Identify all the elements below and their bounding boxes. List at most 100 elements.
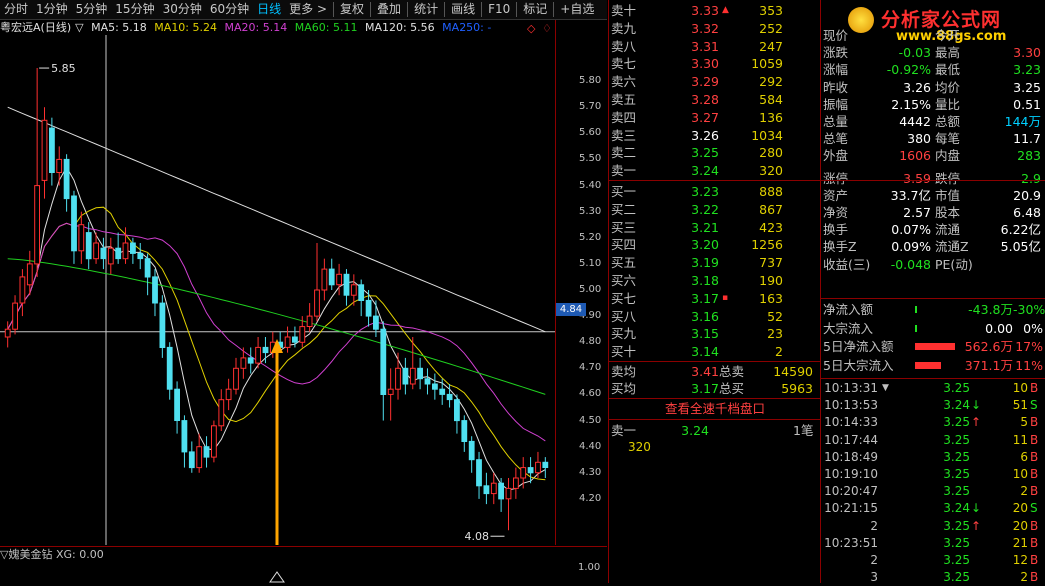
tab-intraday[interactable]: 分时 [0, 0, 32, 19]
ask-level-row[interactable]: 卖一 3.24 320 [611, 162, 821, 179]
quote-label: 总量 [823, 114, 849, 129]
quote-row: 涨停 3.59 跌停 2.9 [823, 170, 1045, 187]
candle-body [387, 388, 394, 395]
tick-row[interactable]: 2 3.25 12 B [822, 552, 1044, 569]
price-tick-label: 4.80 [579, 336, 602, 348]
bid-level-row[interactable]: 买二 3.22 867 [611, 201, 821, 218]
tick-time: 10:13:31 [824, 381, 878, 395]
candle-body [336, 273, 343, 286]
quote-value: 3.59 [903, 170, 931, 186]
tick-row[interactable]: 10:23:51 3.25 21 B [822, 535, 1044, 552]
candle-body [49, 127, 55, 173]
flow-bar [915, 324, 917, 332]
flow-label: 5日大宗流入 [823, 357, 894, 373]
candle-body [166, 346, 173, 390]
tick-price: 3.25 [943, 535, 970, 550]
ask-level-row[interactable]: 卖九 3.32 252 [611, 20, 821, 37]
tab-daily[interactable]: 日线 [253, 0, 285, 19]
flow-pct: 17% [1015, 339, 1043, 354]
tick-row[interactable]: 10:18:49 3.25 6 B [822, 449, 1044, 466]
ask-level-row[interactable]: 卖七 3.30 1059 [611, 55, 821, 72]
full-depth-button[interactable]: 查看全速千档盘口 [611, 400, 819, 417]
mark-button[interactable]: 标记 [519, 0, 551, 19]
bid-level-row[interactable]: 买五 3.19 737 [611, 254, 821, 271]
overlay-button[interactable]: 叠加 [373, 0, 405, 19]
orderbook-divider [609, 398, 820, 399]
level-price: 3.23 [691, 184, 719, 199]
tick-row[interactable]: 3 3.25 2 B [822, 569, 1044, 586]
diamond-icon[interactable]: ◇ [527, 22, 535, 35]
tick-side: S [1030, 501, 1038, 516]
ask-level-row[interactable]: 卖八 3.31 247 [611, 38, 821, 55]
candle-body [203, 446, 210, 458]
tick-row[interactable]: 10:20:47 3.25 2 B [822, 483, 1044, 500]
tab-60min[interactable]: 60分钟 [206, 0, 253, 19]
bid-level-row[interactable]: 买三 3.21 423 [611, 219, 821, 236]
total-ask-value: 14590 [773, 364, 813, 379]
bid-level-row[interactable]: 买一 3.23 888 [611, 183, 821, 200]
ask-level-row[interactable]: 卖六 3.29 292 [611, 73, 821, 90]
quote-row: 涨跌 -0.03 最高 3.30 [823, 44, 1045, 61]
level-name: 买八 [611, 308, 637, 324]
tick-volume: 6 [1020, 449, 1028, 464]
quote-label: 昨收 [823, 79, 849, 95]
tab-5min[interactable]: 5分钟 [72, 0, 112, 19]
candle-body [542, 461, 549, 468]
tick-row[interactable]: 2 3.25 ↑ 20 B [822, 518, 1044, 535]
quote-label: 净资 [823, 205, 849, 220]
current-price-tag: 4.84 [556, 303, 586, 316]
level-name: 买九 [611, 326, 637, 342]
level-volume: 1256 [751, 237, 783, 253]
bid-level-row[interactable]: 买八 3.16 52 [611, 308, 821, 325]
total-bid-value: 5963 [781, 381, 813, 396]
candle-body [12, 302, 18, 330]
tab-1min[interactable]: 1分钟 [32, 0, 72, 19]
quote-label: 市值 [935, 187, 961, 203]
ask-level-row[interactable]: 卖四 3.27 136 [611, 109, 821, 126]
tick-row[interactable]: 10:13:53 3.24 ↓ 51 S [822, 397, 1044, 414]
bid-level-row[interactable]: 买九 3.15 23 [611, 325, 821, 342]
bid-level-row[interactable]: 买十 3.14 2 [611, 343, 821, 360]
flow-row: 5日大宗流入 371.1万 11% [823, 357, 1045, 374]
tick-row[interactable]: 10:17:44 3.25 11 B [822, 432, 1044, 449]
draw-line-button[interactable]: 画线 [447, 0, 479, 19]
tick-price: 3.24 [943, 501, 970, 516]
bid-level-row[interactable]: 买七 3.17 ▪ 163 [611, 290, 821, 307]
quote-label: 股本 [935, 205, 961, 220]
ask-level-row[interactable]: 卖二 3.25 280 [611, 144, 821, 161]
bid-average-row: 买均 3.17 总买 5963 [611, 380, 821, 397]
tick-row[interactable]: 10:14:33 3.25 ↑ 5 B [822, 414, 1044, 431]
level-price: 3.22 [691, 201, 719, 217]
quote-row: 现价 今开 [823, 27, 1045, 44]
bid-level-row[interactable]: 买六 3.18 190 [611, 272, 821, 289]
tick-row[interactable]: 10:13:31 ▼ 3.25 10 B [822, 380, 1044, 397]
f10-button[interactable]: F10 [484, 0, 514, 19]
tab-30min[interactable]: 30分钟 [159, 0, 206, 19]
quote-value: -0.92% [886, 62, 931, 78]
collapse-triangle-icon[interactable]: ▽ [75, 21, 83, 34]
quote-row: 昨收 3.26 均价 3.25 [823, 79, 1045, 96]
tab-more[interactable]: 更多 > [285, 0, 331, 19]
high-label: 5.85 [51, 62, 76, 75]
pin-icon[interactable]: ♢ [542, 22, 552, 35]
tick-row[interactable]: 10:19:10 3.25 10 B [822, 466, 1044, 483]
stats-button[interactable]: 统计 [410, 0, 442, 19]
tab-15min[interactable]: 15分钟 [111, 0, 158, 19]
add-watchlist-button[interactable]: +自选 [556, 0, 598, 19]
sub-chart[interactable] [0, 562, 555, 583]
price-tick-label: 4.40 [579, 440, 602, 452]
level-name: 买三 [611, 219, 637, 235]
adjust-button[interactable]: 复权 [336, 0, 368, 19]
candle-body [424, 378, 431, 385]
price-tick-label: 4.20 [579, 492, 602, 504]
quote-divider [821, 378, 1045, 379]
ask-level-row[interactable]: 卖五 3.28 584 [611, 91, 821, 108]
bid-level-row[interactable]: 买四 3.20 1256 [611, 236, 821, 253]
tick-row[interactable]: 10:21:15 3.24 ↓ 20 S [822, 500, 1044, 517]
kline-chart[interactable]: 5.85 4.08 [0, 35, 555, 545]
ask-level-row[interactable]: 卖十 3.33 ▲ 353 [611, 2, 821, 19]
quote-value: 0.51 [1013, 96, 1041, 112]
ask-level-row[interactable]: 卖三 3.26 1034 [611, 127, 821, 144]
tick-arrow-icon: ↓ [971, 501, 982, 516]
level-price: 3.31 [691, 38, 719, 54]
